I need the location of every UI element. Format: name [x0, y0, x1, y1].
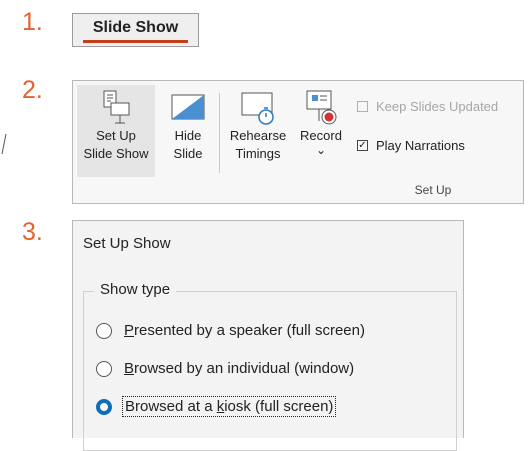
tab-slide-show-label: Slide Show — [92, 19, 179, 36]
show-type-group: Show type Presented by a speaker (full s… — [83, 281, 457, 451]
set-up-slide-show-icon — [103, 90, 130, 124]
dialog-title: Set Up Show — [83, 235, 171, 252]
step-number-1: 1. — [22, 8, 43, 36]
set-up-slide-show-line1: Set Up — [96, 128, 136, 143]
rehearse-timings-button[interactable]: Rehearse Timings — [225, 85, 291, 177]
keep-slides-updated-label: Keep Slides Updated — [376, 99, 499, 114]
radio-label: Presented by a speaker (full screen) — [124, 322, 365, 339]
tab-active-underline — [83, 40, 188, 43]
set-up-slide-show-button[interactable]: Set Up Slide Show — [77, 85, 155, 177]
play-narrations-label: Play Narrations — [376, 138, 465, 153]
keep-slides-updated-box — [357, 101, 368, 112]
show-type-legend: Show type — [94, 281, 177, 298]
radio-browsed-by-individual[interactable]: Browsed by an individual (window) — [96, 360, 354, 377]
ribbon-separator — [219, 93, 220, 173]
record-button[interactable]: Record ⌄ — [295, 85, 347, 177]
tab-slide-show[interactable]: Slide Show — [72, 13, 199, 47]
radio-browsed-at-kiosk[interactable]: Browsed at a kiosk (full screen) — [96, 396, 337, 417]
setup-ribbon-group: Set Up Slide Show Hide Slide Rehearse Ti… — [72, 80, 524, 204]
hide-slide-icon — [171, 94, 205, 120]
hide-slide-line1: Hide — [174, 128, 202, 143]
play-narrations-checkbox[interactable]: ✓ Play Narrations — [357, 138, 465, 153]
hide-slide-line2: Slide — [173, 146, 203, 161]
ribbon-group-label: Set Up — [414, 183, 452, 197]
record-icon — [306, 90, 337, 125]
radio-circle-icon — [96, 360, 112, 377]
radio-circle-icon — [96, 322, 112, 339]
hide-slide-button[interactable]: Hide Slide — [163, 85, 213, 177]
rehearse-timings-icon — [241, 92, 274, 125]
radio-selected-icon — [96, 398, 112, 415]
play-narrations-check-icon: ✓ — [357, 139, 368, 151]
radio-label: Browsed at a kiosk (full screen) — [121, 396, 337, 417]
pencil-mark-icon — [1, 133, 7, 155]
rehearse-timings-line1: Rehearse — [229, 128, 287, 143]
rehearse-timings-line2: Timings — [235, 146, 281, 161]
step-number-2: 2. — [22, 76, 43, 104]
set-up-slide-show-line2: Slide Show — [83, 146, 149, 161]
record-chevron-down-icon: ⌄ — [315, 143, 327, 157]
radio-presented-by-speaker[interactable]: Presented by a speaker (full screen) — [96, 322, 365, 339]
step-number-3: 3. — [22, 218, 43, 246]
set-up-show-dialog: Set Up Show Show type Presented by a spe… — [72, 220, 464, 451]
keep-slides-updated-checkbox[interactable]: Keep Slides Updated — [357, 99, 498, 114]
radio-label: Browsed by an individual (window) — [124, 360, 355, 377]
